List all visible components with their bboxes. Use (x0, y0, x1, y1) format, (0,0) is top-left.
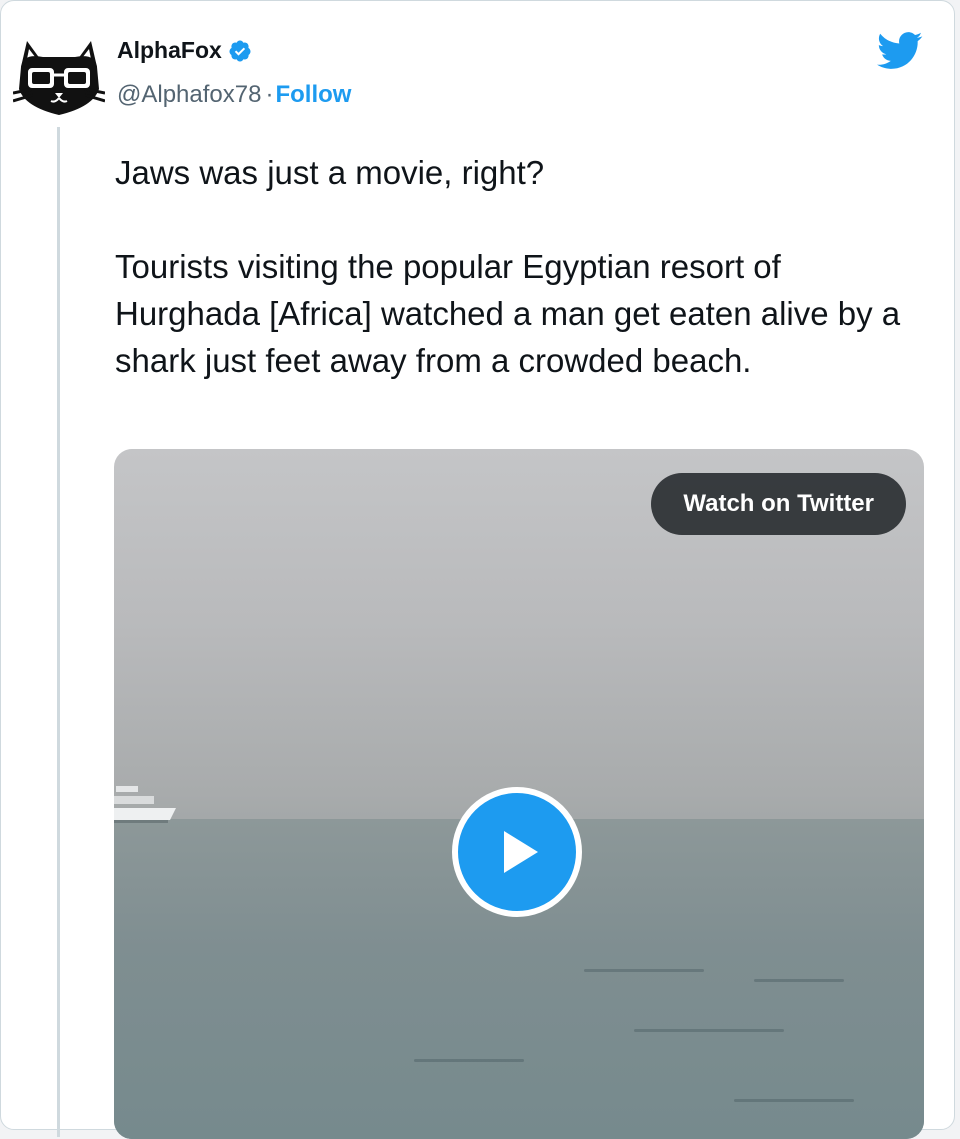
author-name-row[interactable]: AlphaFox (117, 37, 252, 64)
handle-row: @Alphafox78 ·Follow (117, 81, 351, 109)
follow-button[interactable]: Follow (275, 81, 351, 108)
separator-dot: · (265, 81, 274, 108)
author-name[interactable]: AlphaFox (117, 37, 222, 64)
embedded-tweet-card: AlphaFox @Alphafox78 ·Follow Jaws was jus… (0, 0, 955, 1139)
tweet-line-2: Tourists visiting the popular Egyptian r… (115, 248, 901, 379)
play-icon (504, 831, 538, 873)
twitter-bird-icon[interactable] (877, 31, 923, 71)
tweet-line-1: Jaws was just a movie, right? (115, 154, 545, 191)
boat-image (114, 786, 176, 823)
avatar[interactable] (12, 37, 106, 117)
play-button[interactable] (452, 787, 582, 917)
watch-on-twitter-button[interactable]: Watch on Twitter (651, 473, 906, 535)
thread-line (57, 127, 60, 1137)
cat-avatar-icon (12, 41, 106, 115)
video-preview[interactable]: Watch on Twitter (114, 449, 924, 1139)
verified-badge-icon (229, 40, 251, 61)
author-handle[interactable]: @Alphafox78 (117, 81, 261, 108)
tweet-text: Jaws was just a movie, right? Tourists v… (115, 149, 925, 384)
